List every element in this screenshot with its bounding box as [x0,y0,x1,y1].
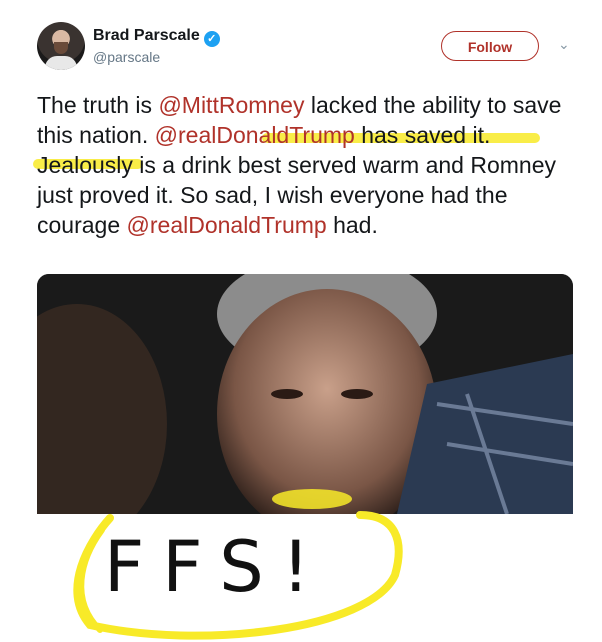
tweet-text: The truth is @MittRomney lacked the abil… [37,90,567,240]
author-handle[interactable]: @parscale [93,49,160,65]
author-name[interactable]: Brad Parscale ✓ [93,27,220,47]
verified-badge-icon: ✓ [203,31,220,47]
mention-link[interactable]: @realDonaldTrump [155,122,355,148]
handwritten-annotation: FFS! [104,526,328,608]
mention-link[interactable]: @realDonaldTrump [127,212,327,238]
follow-button[interactable]: Follow [441,31,539,61]
photo-illustration [37,274,573,514]
avatar-beard [54,42,68,54]
tweet-segment: had. [326,212,378,238]
tweet-photo[interactable] [37,274,573,514]
mention-link[interactable]: @MittRomney [158,92,304,118]
author-name-text[interactable]: Brad Parscale [93,27,200,44]
avatar-shirt [45,56,77,70]
tweet-segment: The truth is [37,92,159,118]
chevron-down-icon[interactable]: ⌄ [558,36,570,53]
profile-avatar[interactable] [37,22,85,70]
